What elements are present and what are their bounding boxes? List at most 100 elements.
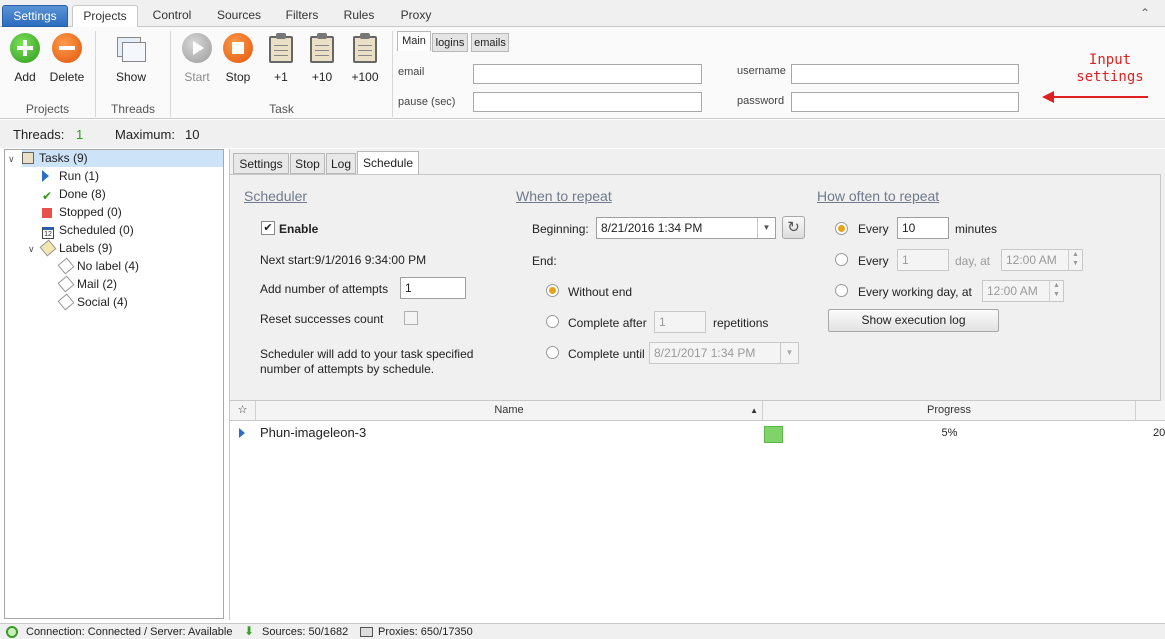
complete-until-picker[interactable]: 8/21/2017 1:34 PM ▼ [649, 342, 799, 364]
next-start-text: Next start:9/1/2016 9:34:00 PM [260, 253, 427, 267]
refresh-icon[interactable]: ↻ [782, 216, 805, 239]
subtab-emails[interactable]: emails [471, 33, 509, 52]
pause-field[interactable] [473, 92, 702, 112]
username-field[interactable] [791, 64, 1019, 84]
dropdown-arrow-icon[interactable]: ▼ [780, 343, 798, 363]
sort-asc-icon: ▲ [750, 406, 758, 415]
tab-rules[interactable]: Rules [336, 5, 382, 27]
email-label: email [398, 66, 425, 78]
clipboard-icon [352, 33, 378, 63]
subtab-main[interactable]: Main [397, 31, 431, 51]
tree-item-tasks[interactable]: Tasks (9) [22, 150, 223, 167]
tab-sources[interactable]: Sources [210, 5, 268, 27]
dropdown-arrow-icon[interactable]: ▼ [757, 218, 775, 238]
tab-task-stop[interactable]: Stop [290, 153, 325, 174]
plus1-button[interactable]: +1 [260, 33, 302, 84]
tab-proxy[interactable]: Proxy [392, 5, 440, 27]
tab-projects[interactable]: Projects [72, 5, 138, 28]
add-button[interactable]: Add [4, 33, 46, 84]
spinner-icon[interactable]: ▲ ▼ [1068, 250, 1082, 270]
every-working-day-label: Every working day, at [858, 285, 972, 299]
email-field[interactable] [473, 64, 702, 84]
show-threads-button[interactable]: Show [110, 33, 152, 84]
every-day-radio[interactable] [835, 253, 848, 266]
tree-item-done[interactable]: ✔ Done (8) [42, 186, 106, 203]
progress-column-header[interactable]: Progress [763, 401, 1136, 421]
name-header-label: Name [494, 404, 524, 416]
schedule-panel: Scheduler ✔ Enable Next start:9/1/2016 9… [230, 174, 1161, 401]
stop-button[interactable]: Stop [217, 33, 259, 84]
plus1-label: +1 [274, 70, 288, 84]
plus10-button[interactable]: +10 [301, 33, 343, 84]
add-attempts-input[interactable]: 1 [400, 277, 466, 299]
show-execution-log-button[interactable]: Show execution log [828, 309, 999, 332]
tree-item-social[interactable]: Social (4) [57, 293, 128, 311]
table-row[interactable]: Phun-imageleon-3 5% 20 [230, 423, 1165, 443]
enable-checkbox[interactable]: ✔ [261, 221, 275, 235]
menu-bar: Settings Projects Control Sources Filter… [0, 0, 1165, 28]
complete-until-radio[interactable] [546, 346, 559, 359]
threads-label: Threads: [13, 127, 65, 142]
ribbon: Add Delete Show Start Stop +1 +10 +100 P… [0, 27, 1165, 119]
scheduler-heading: Scheduler [244, 188, 308, 204]
group-threads-label: Threads [110, 102, 156, 116]
add-attempts-label: Add number of attempts [260, 282, 389, 296]
stop-label: Stop [225, 70, 251, 84]
when-to-repeat-heading: When to repeat [516, 188, 612, 204]
every-minutes-label: Every [858, 222, 889, 236]
tag-icon [39, 239, 57, 257]
tree-item-run[interactable]: Run (1) [42, 168, 99, 185]
tab-settings[interactable]: Settings [2, 5, 68, 27]
delete-button[interactable]: Delete [46, 33, 88, 84]
tree-label: Social (4) [77, 295, 128, 309]
task-grid: ☆ Name ▲ Progress Phun-imageleon-3 5% 20 [230, 401, 1165, 620]
start-button[interactable]: Start [176, 33, 218, 84]
group-task-label: Task [269, 102, 294, 116]
enable-label: Enable [279, 222, 319, 236]
checkmark-icon: ✔ [42, 189, 53, 203]
chevron-down-icon[interactable]: ∨ [8, 151, 15, 168]
tab-task-schedule[interactable]: Schedule [357, 151, 419, 175]
tree-item-labels[interactable]: Labels (9) [39, 239, 112, 257]
every-day-input[interactable]: 1 [897, 249, 949, 271]
start-label: Start [184, 70, 210, 84]
plus10-label: +10 [311, 70, 333, 84]
tab-filters[interactable]: Filters [276, 5, 328, 27]
tree-item-nolabel[interactable]: No label (4) [57, 257, 139, 275]
spinner-icon[interactable]: ▲ ▼ [1049, 281, 1063, 301]
every-minutes-radio[interactable] [835, 222, 848, 235]
progress-text: 5% [941, 427, 958, 439]
tab-control[interactable]: Control [142, 5, 202, 27]
every-minutes-input[interactable]: 10 [897, 217, 949, 239]
show-label: Show [115, 70, 147, 84]
tree-item-scheduled[interactable]: 12 Scheduled (0) [42, 222, 134, 239]
delete-label: Delete [49, 70, 85, 84]
plus100-button[interactable]: +100 [344, 33, 386, 84]
play-icon [182, 33, 212, 63]
name-column-header[interactable]: Name ▲ [256, 401, 763, 421]
collapse-ribbon-icon[interactable]: ⌃ [1140, 6, 1150, 20]
reset-successes-checkbox[interactable] [404, 311, 418, 325]
password-field[interactable] [791, 92, 1019, 112]
username-label: username [737, 65, 786, 77]
beginning-datetime-picker[interactable]: 8/21/2016 1:34 PM ▼ [596, 217, 776, 239]
without-end-radio[interactable] [546, 284, 559, 297]
extra-column-header[interactable] [1136, 401, 1165, 421]
working-day-time-input[interactable]: 12:00 AM ▲ ▼ [982, 280, 1064, 302]
tree-item-stopped[interactable]: Stopped (0) [42, 204, 122, 221]
task-tree: ∨ Tasks (9) Run (1) ✔ Done (8) Stopped (0… [4, 149, 224, 619]
how-often-heading: How often to repeat [817, 188, 940, 204]
complete-after-label: Complete after [568, 316, 647, 330]
day-time-input[interactable]: 12:00 AM ▲ ▼ [1001, 249, 1083, 271]
tab-task-log[interactable]: Log [326, 153, 356, 174]
tree-item-mail[interactable]: Mail (2) [57, 275, 117, 293]
complete-until-label: Complete until [568, 347, 645, 361]
subtab-logins[interactable]: logins [432, 33, 468, 52]
chevron-down-icon[interactable]: ∨ [28, 241, 35, 258]
complete-after-radio[interactable] [546, 315, 559, 328]
complete-after-input[interactable]: 1 [654, 311, 706, 333]
tab-task-settings[interactable]: Settings [233, 153, 289, 174]
every-working-day-radio[interactable] [835, 284, 848, 297]
separator [392, 31, 393, 117]
favorite-column-header[interactable]: ☆ [230, 401, 256, 421]
